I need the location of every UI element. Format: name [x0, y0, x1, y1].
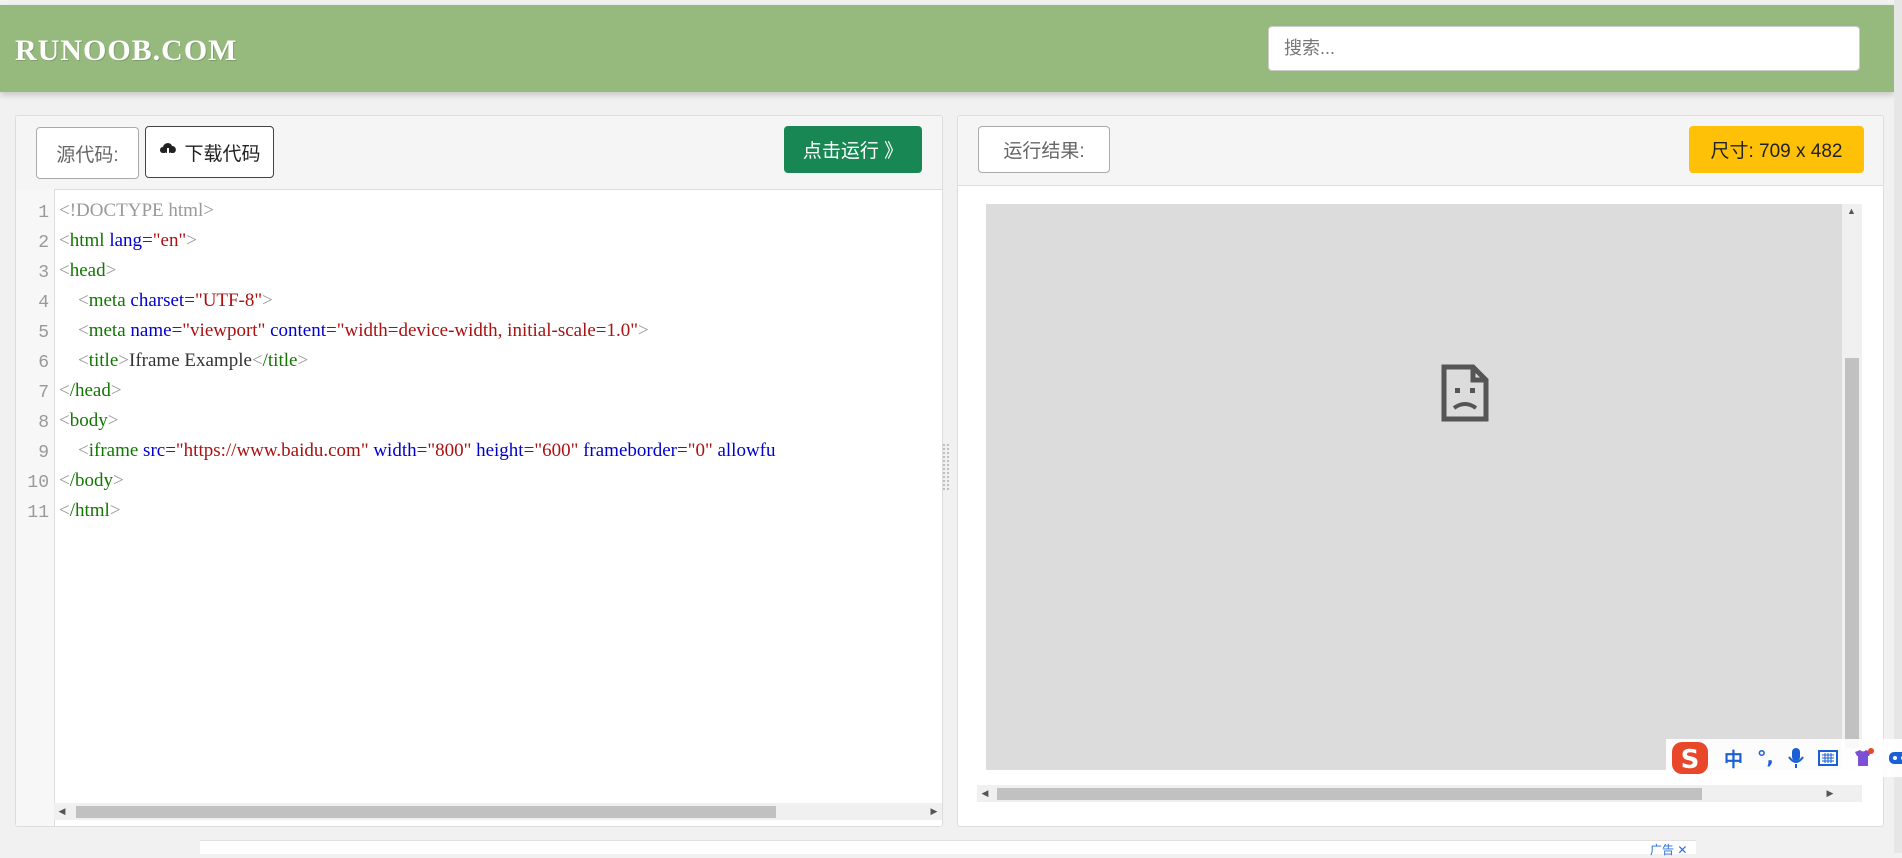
site-header: RUNOOB.COM: [0, 5, 1894, 92]
scroll-left-arrow-icon[interactable]: ◀: [54, 803, 70, 820]
code-line-6: <title>Iframe Example</title>: [78, 350, 309, 371]
editor-horizontal-scrollbar[interactable]: ◀ ▶: [54, 803, 942, 820]
result-label: 运行结果:: [978, 126, 1110, 173]
code-line-1: <!DOCTYPE html>: [59, 200, 214, 221]
line-number: 3: [38, 263, 49, 283]
result-iframe[interactable]: [986, 204, 1842, 770]
download-code-label: 下载代码: [184, 143, 261, 165]
microphone-icon[interactable]: [1787, 747, 1804, 769]
code-line-4: <meta charset="UTF-8">: [78, 290, 273, 311]
scroll-right-arrow-icon[interactable]: ▶: [926, 803, 942, 820]
result-scroll-thumb[interactable]: [1845, 358, 1859, 748]
keyboard-icon[interactable]: [1817, 749, 1838, 767]
line-number: 1: [38, 203, 49, 223]
sogou-logo-icon[interactable]: S: [1670, 740, 1710, 776]
result-horizontal-scrollbar[interactable]: ◀ ▶: [977, 785, 1862, 802]
site-logo[interactable]: RUNOOB.COM: [15, 34, 238, 68]
size-badge: 尺寸: 709 x 482: [1689, 126, 1864, 173]
ad-label[interactable]: 广告 ✕: [1650, 841, 1687, 858]
result-toolbar: 运行结果: 尺寸: 709 x 482: [958, 116, 1883, 186]
code-line-10: </body>: [59, 470, 124, 491]
cloud-download-icon: [158, 140, 178, 164]
result-hscroll-thumb[interactable]: [997, 788, 1702, 800]
ime-toolbar[interactable]: S 中 °,: [1666, 739, 1902, 777]
run-code-button[interactable]: 点击运行 》: [784, 126, 922, 173]
code-line-3: <head>: [59, 260, 117, 281]
code-line-2: <html lang="en">: [59, 230, 197, 251]
code-line-7: </head>: [59, 380, 122, 401]
svg-text:S: S: [1681, 745, 1700, 775]
page-scrollbar[interactable]: [1894, 0, 1902, 853]
line-number: 6: [38, 353, 49, 373]
scroll-left-arrow-icon[interactable]: ◀: [977, 785, 993, 802]
line-number: 10: [27, 473, 49, 493]
skin-icon[interactable]: [1852, 748, 1874, 768]
line-number: 8: [38, 413, 49, 433]
download-code-button[interactable]: 下载代码: [145, 126, 274, 178]
line-number: 4: [38, 293, 49, 313]
line-number-gutter: 1 2 3 4 5 6 7 8 9 10 11: [16, 189, 55, 826]
search-input[interactable]: [1268, 26, 1860, 71]
line-number: 7: [38, 383, 49, 403]
code-line-5: <meta name="viewport" content="width=dev…: [78, 320, 649, 341]
editor-scroll-thumb[interactable]: [76, 806, 776, 818]
editor-panel: 源代码: 下载代码 点击运行 》 1 2 3 4 5 6 7 8 9 10 11…: [15, 115, 943, 827]
line-number: 2: [38, 233, 49, 253]
code-line-11: </html>: [59, 500, 121, 521]
broken-page-icon: [1441, 364, 1489, 422]
line-number: 9: [38, 443, 49, 463]
editor-toolbar: 源代码: 下载代码 点击运行 》: [16, 116, 942, 190]
line-number: 11: [27, 503, 49, 523]
result-vertical-scrollbar[interactable]: ▲: [1842, 204, 1862, 770]
scroll-right-arrow-icon[interactable]: ▶: [1822, 785, 1838, 802]
scroll-up-arrow-icon[interactable]: ▲: [1847, 206, 1856, 216]
code-line-9: <iframe src="https://www.baidu.com" widt…: [78, 440, 776, 461]
code-line-8: <body>: [59, 410, 119, 431]
game-icon[interactable]: [1888, 749, 1902, 767]
panel-resize-handle[interactable]: [942, 443, 950, 491]
line-number: 5: [38, 323, 49, 343]
bottom-ad-banner[interactable]: [200, 840, 1696, 854]
ime-mode-label[interactable]: 中: [1724, 745, 1743, 772]
source-code-label: 源代码:: [36, 127, 139, 179]
ime-punctuation-label[interactable]: °,: [1757, 747, 1774, 769]
